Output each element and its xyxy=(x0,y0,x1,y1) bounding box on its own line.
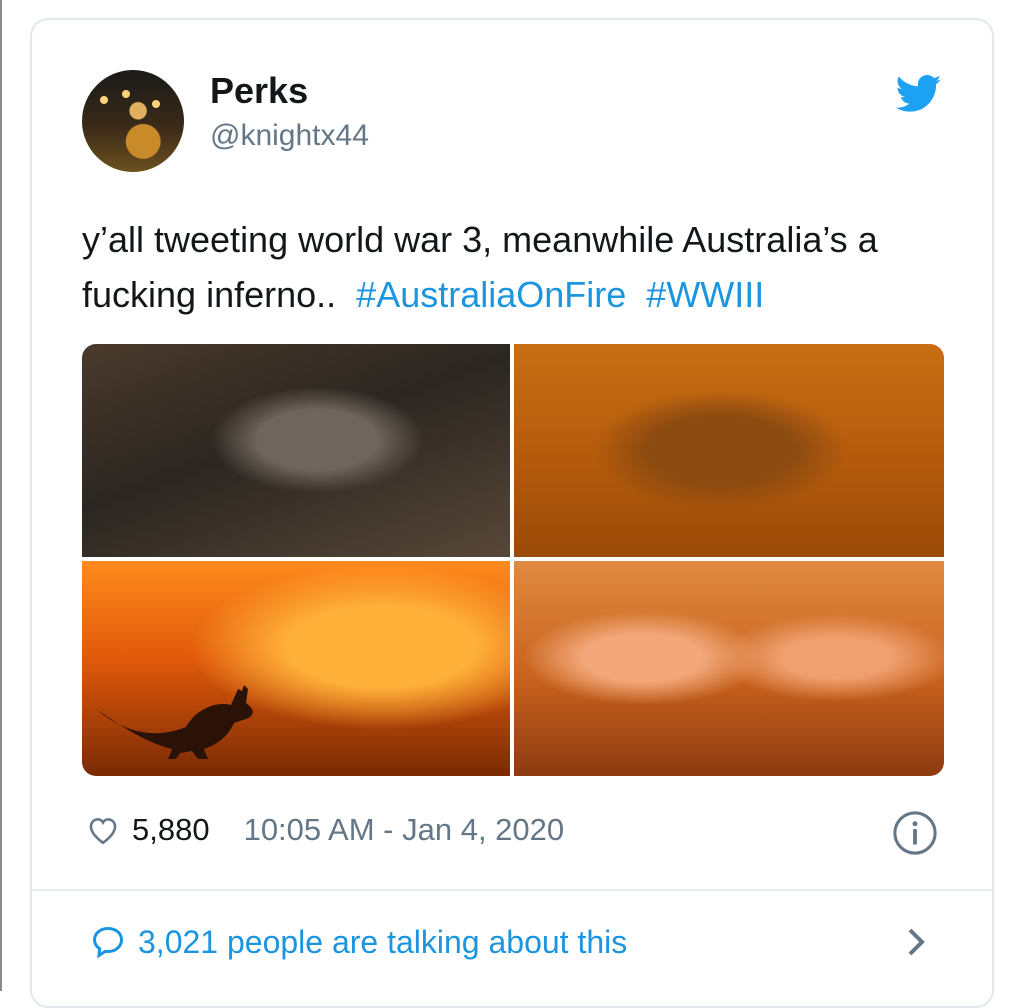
conversation-link[interactable]: 3,021 people are talking about this xyxy=(90,920,627,964)
avatar-light xyxy=(122,90,130,98)
info-icon[interactable] xyxy=(892,810,938,856)
kangaroo-silhouette xyxy=(96,685,253,759)
tweet-stats: 5,880 10:05 AM - Jan 4, 2020 xyxy=(86,810,564,850)
heart-icon[interactable] xyxy=(86,813,120,847)
hashtag-wwiii[interactable]: #WWIII xyxy=(646,274,764,315)
firefighter-photo[interactable] xyxy=(514,344,944,557)
timestamp[interactable]: 10:05 AM - Jan 4, 2020 xyxy=(244,812,565,848)
avatar[interactable] xyxy=(82,70,184,172)
media-grid xyxy=(82,344,944,776)
kangaroo-fire-photo[interactable] xyxy=(82,561,510,776)
tweet-text: y’all tweeting world war 3, meanwhile Au… xyxy=(82,212,962,322)
hashtag-australiaonfire[interactable]: #AustraliaOnFire xyxy=(356,274,626,315)
display-name[interactable]: Perks xyxy=(210,70,308,112)
chevron-right-icon[interactable] xyxy=(904,926,928,958)
like-count[interactable]: 5,880 xyxy=(132,812,210,848)
avatar-light xyxy=(100,96,108,104)
user-handle[interactable]: @knightx44 xyxy=(210,119,369,153)
talking-count-label: 3,021 people are talking about this xyxy=(138,923,628,960)
twitter-bird-icon[interactable] xyxy=(896,74,942,114)
screen-edge xyxy=(0,0,2,991)
burnt-koala-photo[interactable] xyxy=(82,344,510,557)
avatar-light xyxy=(152,100,160,108)
speech-bubble-icon xyxy=(92,926,124,959)
divider xyxy=(32,889,992,891)
family-water-photo[interactable] xyxy=(514,561,944,776)
